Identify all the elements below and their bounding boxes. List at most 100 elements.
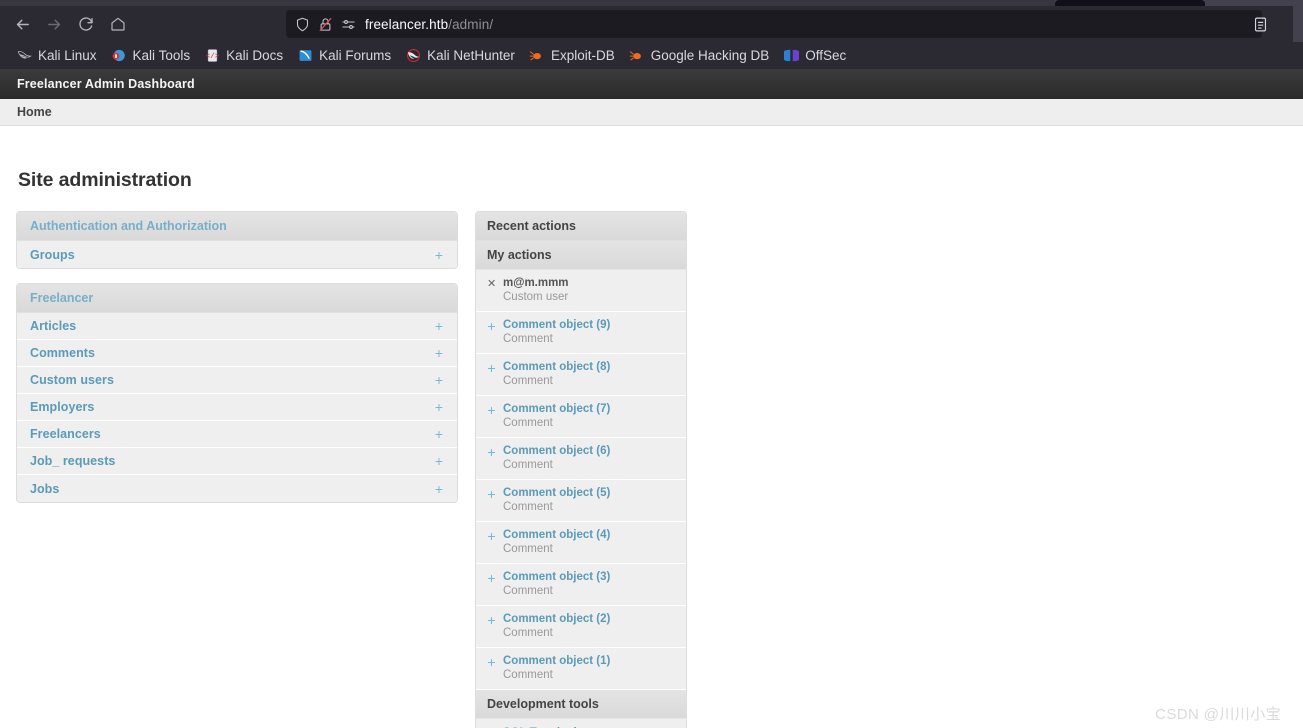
recent-action-body: Comment object (3) Comment <box>503 571 610 598</box>
bookmark-exploit-db[interactable]: Exploit-DB <box>523 45 623 67</box>
app-module-title[interactable]: Freelancer <box>17 284 457 313</box>
exploit-db-icon <box>529 48 545 64</box>
model-link[interactable]: Groups <box>30 248 75 262</box>
app-module-freelancer: Freelancer Articles + Comments + Custom … <box>16 283 458 503</box>
add-icon: + <box>487 486 496 502</box>
kali-nethunter-icon <box>405 48 421 64</box>
permissions-icon[interactable] <box>340 16 356 32</box>
forward-button[interactable] <box>38 10 70 38</box>
model-link[interactable]: Jobs <box>30 482 59 496</box>
bookmark-kali-nethunter[interactable]: Kali NetHunter <box>399 45 523 67</box>
recent-action-name: m@m.mmm <box>503 277 569 289</box>
model-row-employers[interactable]: Employers + <box>17 394 457 421</box>
content-area: Site administration Authentication and A… <box>0 169 1303 728</box>
recent-action-item[interactable]: + Comment object (7) Comment <box>476 396 686 438</box>
add-icon: + <box>487 318 496 334</box>
bookmark-google-hacking-db[interactable]: Google Hacking DB <box>623 45 778 67</box>
dev-tool-sql-terminal[interactable]: + SQL Terminal <box>476 719 686 728</box>
model-link[interactable]: Comments <box>30 346 95 360</box>
model-link[interactable]: Custom users <box>30 373 114 387</box>
recent-action-item[interactable]: ✕ m@m.mmm Custom user <box>476 270 686 312</box>
add-icon[interactable]: + <box>435 454 445 468</box>
model-row-freelancers[interactable]: Freelancers + <box>17 421 457 448</box>
bookmark-kali-linux[interactable]: Kali Linux <box>10 45 105 67</box>
recent-action-name[interactable]: Comment object (4) <box>503 529 610 542</box>
bookmark-kali-docs[interactable]: </> Kali Docs <box>198 45 291 67</box>
model-row-job-requests[interactable]: Job_ requests + <box>17 448 457 475</box>
recent-action-type: Comment <box>503 333 553 345</box>
chrome-right-edge <box>1293 6 1303 42</box>
add-icon: + <box>487 570 496 586</box>
add-icon[interactable]: + <box>435 248 445 262</box>
app-module-auth: Authentication and Authorization Groups … <box>16 211 458 269</box>
site-branding[interactable]: Freelancer Admin Dashboard <box>17 77 195 91</box>
recent-action-type: Comment <box>503 459 553 471</box>
recent-action-item[interactable]: + Comment object (1) Comment <box>476 648 686 690</box>
add-icon[interactable]: + <box>435 482 445 496</box>
recent-action-name[interactable]: Comment object (7) <box>503 403 610 416</box>
recent-action-item[interactable]: + Comment object (5) Comment <box>476 480 686 522</box>
model-row-custom-users[interactable]: Custom users + <box>17 367 457 394</box>
url-text: freelancer.htb/admin/ <box>365 17 493 32</box>
model-row-groups[interactable]: Groups + <box>17 241 457 268</box>
model-link[interactable]: Job_ requests <box>30 454 115 468</box>
recent-action-name[interactable]: Comment object (1) <box>503 655 610 668</box>
recent-action-name[interactable]: Comment object (5) <box>503 487 610 500</box>
bookmark-offsec[interactable]: OffSec <box>777 45 854 67</box>
recent-action-item[interactable]: + Comment object (4) Comment <box>476 522 686 564</box>
model-row-comments[interactable]: Comments + <box>17 340 457 367</box>
recent-action-body: Comment object (9) Comment <box>503 319 610 346</box>
add-icon[interactable]: + <box>435 373 445 387</box>
page-title: Site administration <box>18 169 192 191</box>
recent-action-name[interactable]: Comment object (6) <box>503 445 610 458</box>
recent-action-item[interactable]: + Comment object (2) Comment <box>476 606 686 648</box>
bookmark-kali-forums[interactable]: Kali Forums <box>291 45 399 67</box>
add-icon[interactable]: + <box>435 400 445 414</box>
recent-action-body: Comment object (8) Comment <box>503 361 610 388</box>
recent-action-type: Comment <box>503 501 553 513</box>
bookmark-label: Kali Docs <box>226 48 284 63</box>
model-row-jobs[interactable]: Jobs + <box>17 475 457 502</box>
reader-view-icon[interactable] <box>1247 11 1273 37</box>
bookmark-kali-tools[interactable]: Kali Tools <box>105 45 199 67</box>
home-button[interactable] <box>102 10 134 38</box>
add-icon: + <box>487 444 496 460</box>
add-icon: + <box>487 654 496 670</box>
recent-action-name[interactable]: Comment object (9) <box>503 319 610 332</box>
recent-action-body: m@m.mmm Custom user <box>503 277 569 304</box>
recent-action-type: Comment <box>503 543 553 555</box>
add-icon[interactable]: + <box>435 319 445 333</box>
model-link[interactable]: Articles <box>30 319 76 333</box>
back-button[interactable] <box>6 10 38 38</box>
my-actions-subtitle: My actions <box>476 241 686 270</box>
svg-text:</>: </> <box>205 53 219 61</box>
navigation-toolbar: freelancer.htb/admin/ <box>0 6 1303 42</box>
recent-action-type: Comment <box>503 417 553 429</box>
model-link[interactable]: Freelancers <box>30 427 101 441</box>
app-module-title[interactable]: Authentication and Authorization <box>17 212 457 241</box>
breadcrumb: Home <box>0 99 1303 126</box>
bookmarks-bar: Kali Linux Kali Tools </> Kali Docs Kali… <box>0 42 1303 69</box>
recent-action-name[interactable]: Comment object (3) <box>503 571 610 584</box>
bookmark-label: Kali NetHunter <box>427 48 515 63</box>
recent-action-item[interactable]: + Comment object (6) Comment <box>476 438 686 480</box>
model-link[interactable]: Employers <box>30 400 94 414</box>
address-bar[interactable]: freelancer.htb/admin/ <box>286 10 1262 38</box>
reload-button[interactable] <box>70 10 102 38</box>
add-icon: + <box>487 402 496 418</box>
recent-action-item[interactable]: + Comment object (9) Comment <box>476 312 686 354</box>
recent-actions-panel: Recent actions My actions ✕ m@m.mmm Cust… <box>475 211 687 728</box>
recent-action-item[interactable]: + Comment object (8) Comment <box>476 354 686 396</box>
add-icon[interactable]: + <box>435 346 445 360</box>
recent-action-name[interactable]: Comment object (8) <box>503 361 610 374</box>
add-icon[interactable]: + <box>435 427 445 441</box>
broken-lock-icon[interactable] <box>317 16 333 32</box>
browser-chrome: freelancer.htb/admin/ Kali Linux Kali To… <box>0 0 1303 69</box>
recent-action-body: Comment object (2) Comment <box>503 613 610 640</box>
model-row-articles[interactable]: Articles + <box>17 313 457 340</box>
recent-action-name[interactable]: Comment object (2) <box>503 613 610 626</box>
recent-action-item[interactable]: + Comment object (3) Comment <box>476 564 686 606</box>
shield-icon[interactable] <box>294 16 310 32</box>
app-list: Authentication and Authorization Groups … <box>16 211 458 517</box>
recent-actions-title: Recent actions <box>476 212 686 241</box>
